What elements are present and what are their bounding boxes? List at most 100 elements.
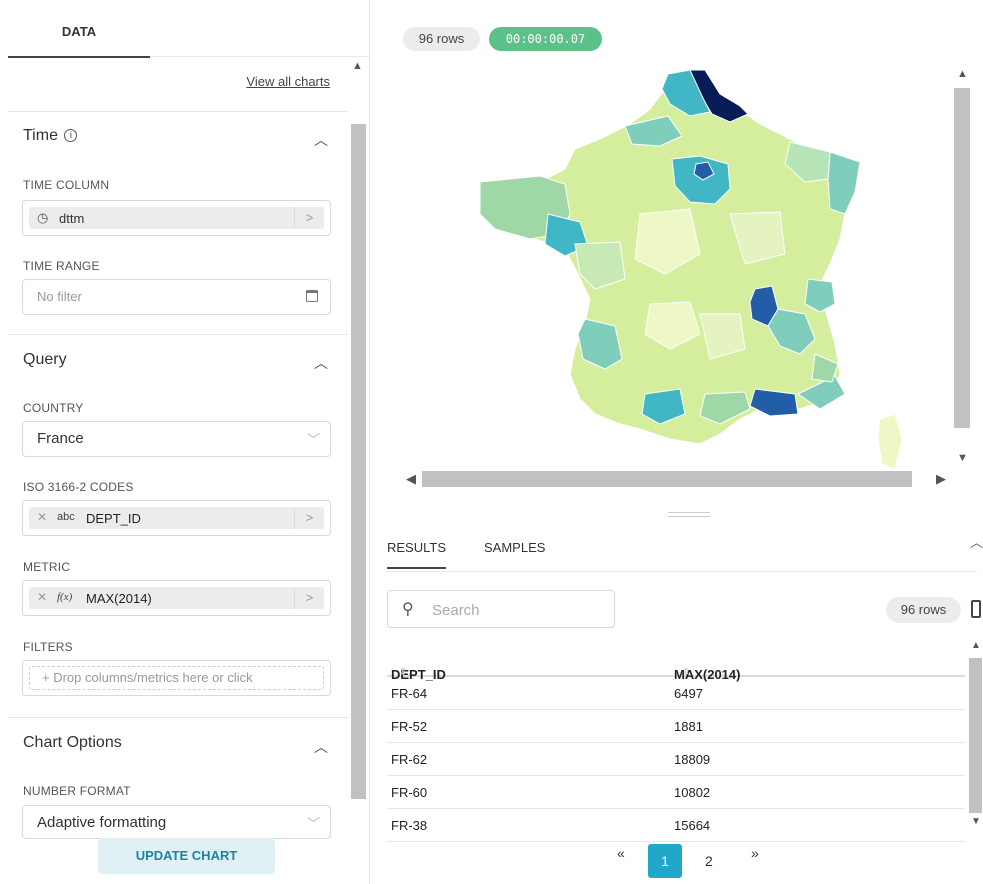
query-section-title[interactable]: Query: [23, 351, 67, 369]
chevron-up-icon[interactable]: ︿: [970, 532, 983, 551]
iso-codes-label: ISO 3166-2 CODES: [23, 480, 134, 494]
table-row: FR-52 1881: [387, 710, 965, 743]
time-column-select[interactable]: ◷ dttm >: [22, 200, 331, 236]
chart-options-title[interactable]: Chart Options: [23, 734, 122, 752]
time-section-title[interactable]: Time i: [23, 127, 78, 145]
cell-max-2014: 10802: [674, 785, 711, 800]
scroll-left-icon[interactable]: ◀: [406, 471, 416, 487]
pagination-next[interactable]: »: [751, 845, 759, 861]
remove-icon[interactable]: ✕: [37, 510, 47, 524]
tab-samples[interactable]: SAMPLES: [484, 540, 545, 555]
time-column-pill[interactable]: ◷ dttm >: [29, 207, 324, 229]
cell-dept-id: FR-38: [391, 818, 428, 833]
number-format-select[interactable]: Adaptive formatting ﹀: [22, 805, 331, 839]
filters-label: FILTERS: [23, 640, 73, 654]
control-panel: DATA View all charts ▲ Time i ︿ TIME COL…: [0, 0, 370, 884]
scrollbar-thumb[interactable]: [351, 124, 366, 799]
scroll-right-icon[interactable]: ▶: [936, 471, 946, 487]
table-row: FR-62 18809: [387, 743, 965, 776]
cell-dept-id: FR-64: [391, 686, 428, 701]
resize-handle[interactable]: [668, 512, 710, 517]
scrollbar-thumb[interactable]: [969, 658, 982, 813]
pagination-page-2[interactable]: 2: [705, 853, 713, 869]
country-label: COUNTRY: [23, 401, 84, 415]
tab-data[interactable]: DATA: [8, 0, 150, 58]
calendar-icon: [306, 290, 318, 302]
time-column-value: dttm: [59, 211, 85, 226]
time-range-label: TIME RANGE: [23, 259, 100, 273]
search-placeholder: Search: [432, 602, 480, 619]
map-region-alsace: [827, 151, 861, 215]
type-label: abc: [57, 511, 75, 523]
table-row: FR-38 15664: [387, 809, 965, 842]
chevron-right-icon[interactable]: >: [294, 587, 324, 609]
tabs-divider: [387, 571, 977, 572]
time-range-field[interactable]: No filter: [22, 279, 331, 315]
chevron-up-icon[interactable]: ︿: [314, 737, 328, 757]
map-vertical-scrollbar[interactable]: ▲ ▼: [952, 66, 972, 466]
metric-select[interactable]: ✕ f(x) MAX(2014) >: [22, 580, 331, 616]
chevron-up-icon[interactable]: ︿: [314, 130, 328, 150]
table-scrollbar[interactable]: ▲ ▼: [968, 640, 983, 830]
tab-underline: [150, 56, 369, 57]
results-table: DEPT_ID ⇕ MAX(2014) ⇕ FR-64 6497 FR-52 188…: [387, 645, 965, 842]
tab-results[interactable]: RESULTS: [387, 540, 446, 569]
remove-icon[interactable]: ✕: [37, 590, 47, 604]
left-scrollbar[interactable]: ▲: [349, 58, 368, 840]
country-value: France: [37, 430, 84, 447]
scroll-down-icon[interactable]: ▼: [957, 452, 968, 464]
cell-max-2014: 18809: [674, 752, 711, 767]
filters-placeholder[interactable]: + Drop columns/metrics here or click: [29, 666, 324, 690]
cell-max-2014: 6497: [674, 686, 703, 701]
metric-label: METRIC: [23, 560, 71, 574]
scrollbar-thumb[interactable]: [422, 471, 912, 487]
chevron-right-icon[interactable]: >: [294, 507, 324, 529]
iso-codes-value: DEPT_ID: [86, 511, 141, 526]
search-input[interactable]: ⚲ Search: [387, 590, 615, 628]
search-icon: ⚲: [402, 601, 414, 618]
scroll-up-icon[interactable]: ▲: [352, 60, 363, 72]
chevron-down-icon: ﹀: [306, 432, 320, 447]
divider: [8, 717, 348, 718]
metric-pill[interactable]: ✕ f(x) MAX(2014) >: [29, 587, 324, 609]
table-header: DEPT_ID ⇕ MAX(2014) ⇕: [387, 645, 965, 682]
info-icon: i: [64, 129, 78, 143]
view-all-charts-link[interactable]: View all charts: [246, 74, 330, 89]
number-format-label: NUMBER FORMAT: [23, 784, 131, 798]
table-row: FR-60 10802: [387, 776, 965, 809]
filters-dropzone[interactable]: + Drop columns/metrics here or click: [22, 660, 331, 696]
cell-dept-id: FR-52: [391, 719, 428, 734]
scrollbar-thumb[interactable]: [954, 88, 970, 428]
iso-codes-pill[interactable]: ✕ abc DEPT_ID >: [29, 507, 324, 529]
clock-icon: ◷: [37, 210, 49, 225]
copy-icon[interactable]: [971, 600, 981, 618]
chevron-down-icon: ﹀: [306, 816, 320, 831]
chevron-up-icon[interactable]: ︿: [314, 353, 328, 373]
cell-max-2014: 15664: [674, 818, 711, 833]
divider: [8, 334, 348, 335]
country-map-chart[interactable]: [400, 64, 973, 488]
elapsed-time-badge: 00:00:00.07: [489, 27, 602, 51]
map-region-corse: [877, 413, 903, 470]
results-row-count-badge: 96 rows: [886, 597, 961, 623]
function-icon: f(x): [57, 591, 73, 603]
scroll-up-icon[interactable]: ▲: [957, 68, 968, 80]
table-row: FR-64 6497: [387, 677, 965, 710]
pagination-prev[interactable]: «: [617, 845, 625, 861]
update-chart-button[interactable]: UPDATE CHART: [98, 838, 275, 874]
map-region-bouches-du-rhone: [749, 388, 799, 417]
country-select[interactable]: France ﹀: [22, 421, 331, 457]
scroll-up-icon[interactable]: ▲: [971, 640, 981, 651]
scroll-down-icon[interactable]: ▼: [971, 816, 981, 827]
cell-max-2014: 1881: [674, 719, 703, 734]
metric-value: MAX(2014): [86, 591, 152, 606]
cell-dept-id: FR-62: [391, 752, 428, 767]
iso-codes-select[interactable]: ✕ abc DEPT_ID >: [22, 500, 331, 536]
map-horizontal-scrollbar[interactable]: ◀ ▶: [400, 469, 954, 489]
france-map-svg[interactable]: [400, 64, 973, 488]
chevron-right-icon[interactable]: >: [294, 207, 324, 229]
pagination-page-1[interactable]: 1: [648, 844, 682, 878]
divider: [8, 111, 348, 112]
time-column-label: TIME COLUMN: [23, 178, 110, 192]
number-format-value: Adaptive formatting: [37, 814, 167, 831]
